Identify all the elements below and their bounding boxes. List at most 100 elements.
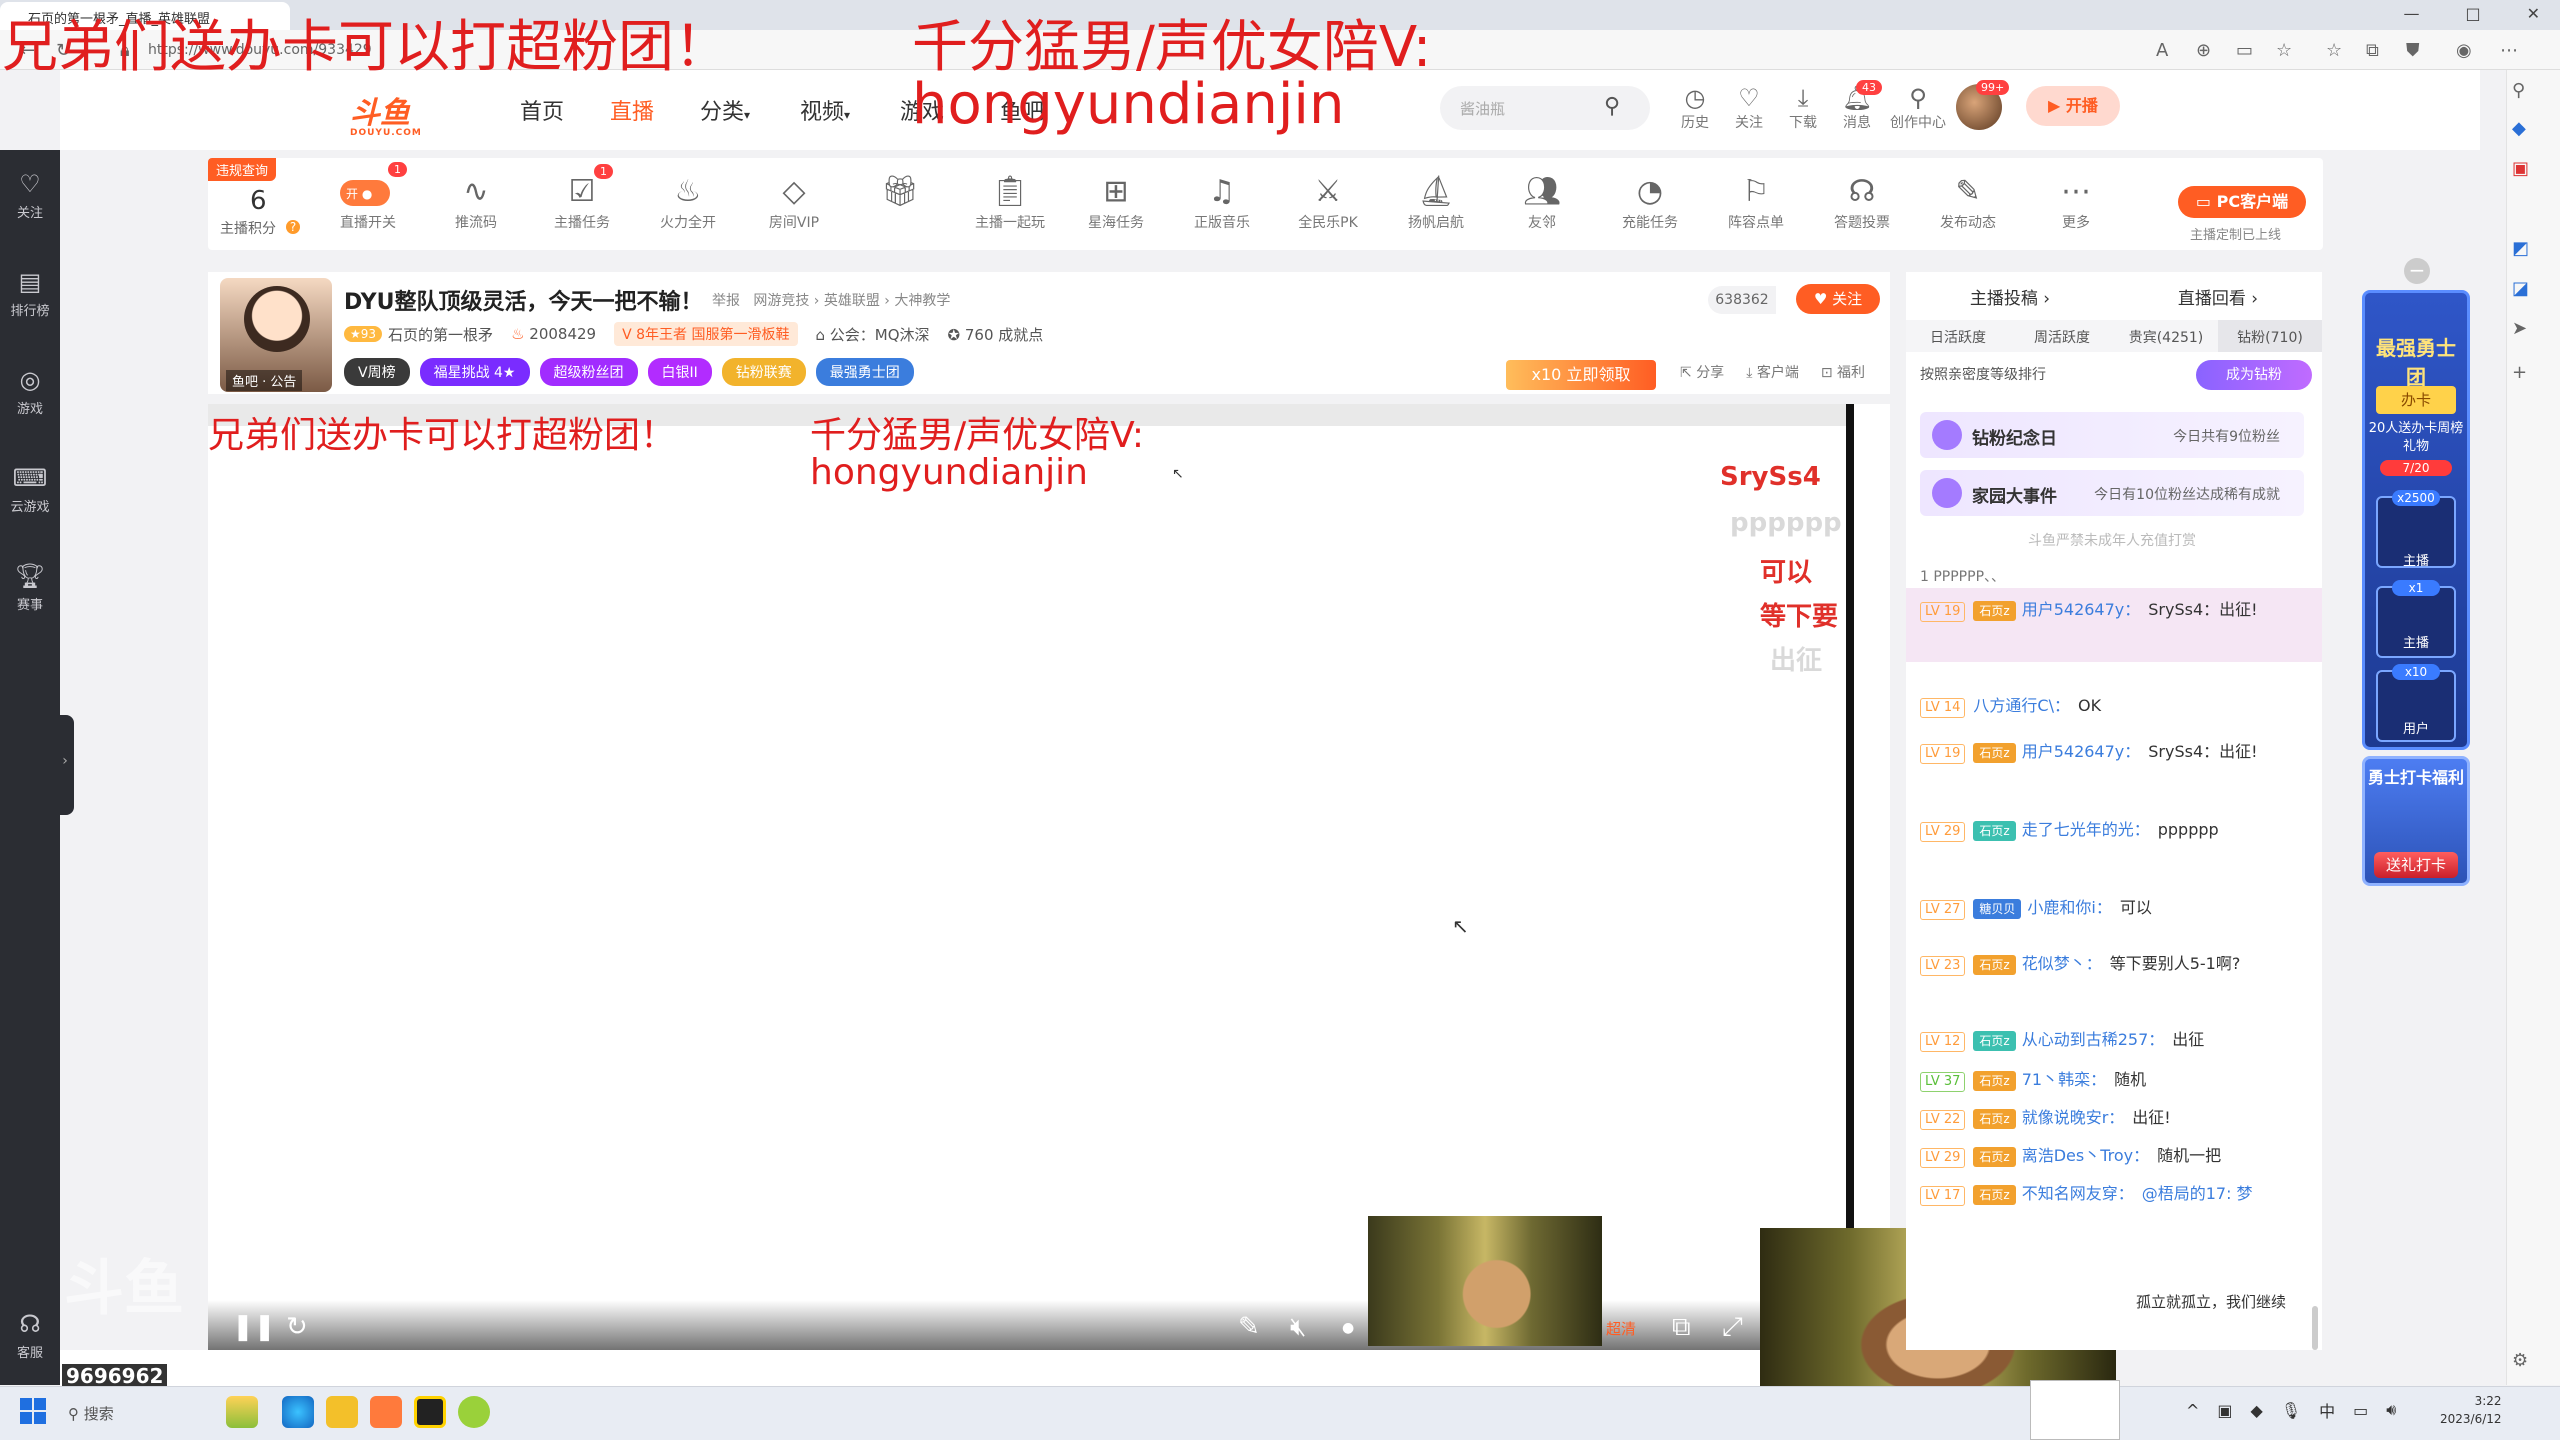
chat-message[interactable]: LV 17 石页z 不知名网友穿： @梧局的17: 梦 [1920,1180,2310,1214]
start-live-button[interactable]: ▶ 开播 [2026,86,2120,126]
rail-events[interactable]: 🏆︎ 赛事 [0,562,60,613]
taskbar-app-3[interactable] [370,1396,402,1428]
fishbar-link[interactable]: 鱼吧 [232,375,258,390]
chat-message[interactable]: LV 22 石页z 就像说晚安r： 出征! [1920,1104,2310,1132]
chat-message[interactable]: LV 27 糖贝贝 小鹿和你i： 可以 [1920,894,2310,922]
zoom-icon[interactable]: ⊕ [2196,40,2211,61]
replay-tab[interactable]: 直播回看 › [2114,272,2322,320]
quality-button[interactable]: 超清 [1606,1318,1636,1339]
checkin-button[interactable]: 送礼打卡 [2374,852,2458,878]
fan-anniversary-banner[interactable]: 钻粉纪念日 今日共有9位粉丝 [1920,412,2304,458]
close-button[interactable]: ✕ [2527,4,2540,23]
volume-icon[interactable]: 🔊︎ [2386,1400,2396,1420]
creator-center-button[interactable]: ⚲ 创作中心 [1890,84,1946,132]
nav-category[interactable]: 分类▾ [700,94,750,126]
help-icon[interactable]: ? [286,220,300,234]
fullscreen-icon[interactable]: ⤢ [1722,1312,1743,1343]
minimize-button[interactable]: — [2403,4,2419,23]
telegram-icon[interactable]: ➤ [2512,318,2527,339]
extension-icon[interactable]: ⛊ [2406,40,2420,61]
search-icon[interactable]: ⚲ [1604,94,1620,119]
taskbar-app-widget[interactable] [226,1396,258,1428]
ime-indicator[interactable]: 中 [2319,1398,2335,1422]
chat-message[interactable]: LV 12 石页z 从心动到古稀257： 出征 [1920,1026,2310,1054]
tool-sail[interactable]: ⛵︎ 扬帆启航 [1386,172,1486,232]
chat-message[interactable]: LV 37 石页z 71丶韩栾： 随机 [1920,1066,2310,1094]
home-event-banner[interactable]: 家园大事件 今日有10位粉丝达成稀有成就 [1920,470,2304,516]
follow-header-button[interactable]: ♡ 关注 [1724,84,1774,132]
tool-vote[interactable]: ☊ 答题投票 [1812,172,1912,232]
rail-follow[interactable]: ♡ 关注 [0,170,60,221]
taskbar-search[interactable]: ⚲ 搜索 [62,1396,212,1430]
tray-app-icon[interactable]: ◆ [2251,1401,2263,1420]
windows-start-icon[interactable] [20,1398,46,1424]
volume-slider[interactable]: ● [1342,1320,1354,1336]
switch-icon[interactable]: 开 ● [340,180,390,206]
menu-dots-icon[interactable]: ⋯ [2500,40,2518,61]
pill-lucky-challenge[interactable]: 福星挑战 4★ [419,358,530,386]
tab-vip[interactable]: 贵宾(4251) [2114,320,2218,352]
tool-stream-key[interactable]: ∿ 推流码 [426,172,526,232]
reader-icon[interactable]: ▭ [2236,40,2253,61]
collections-icon[interactable]: ⧉ [2366,40,2379,61]
chat-message[interactable]: LV 19 石页z 用户542647y： SrySs4：出征! [1920,596,2310,624]
chat-message[interactable]: 孤立就孤立，我们继续 [2136,1288,2316,1316]
tool-lineup[interactable]: ⚐ 阵容点单 [1706,172,1806,232]
report-link[interactable]: 举报 [712,293,740,309]
tool-charge-task[interactable]: ◔ 充能任务 [1600,172,1700,232]
tool-neighbors[interactable]: 👥︎ 友邻 [1492,172,1592,232]
rail-collapse-tab[interactable]: › [56,715,74,815]
nav-live[interactable]: 直播 [610,94,654,126]
video-player[interactable] [208,404,1890,1350]
mic-icon[interactable]: 🎙︎ [2281,1401,2301,1420]
profile-icon[interactable]: ◉ [2456,40,2472,61]
taskbar-app-5[interactable] [458,1396,490,1428]
pill-weekly-rank[interactable]: V周榜 [344,358,410,386]
chat-message[interactable]: LV 29 石页z 走了七光年的光： pppppp [1920,816,2310,844]
mute-icon[interactable]: 🔇︎ [1290,1312,1306,1343]
pill-silver[interactable]: 白银II [647,358,712,386]
nav-video[interactable]: 视频▾ [800,94,850,126]
become-fan-button[interactable]: 成为钻粉 [2196,360,2312,390]
download-button[interactable]: ⤓ 下载 [1778,84,1828,132]
tool-pk[interactable]: ⚔ 全民乐PK [1278,172,1378,232]
tools-icon[interactable]: ▣ [2512,158,2529,179]
favorite-star-icon[interactable]: ☆ [2276,40,2292,61]
achievement-points[interactable]: ✪ 760 成就点 [948,324,1044,345]
chat-message[interactable]: LV 14 八方通行C\： OK [1920,692,2310,720]
taskbar-clock[interactable]: 3:22 2023/6/12 [2440,1392,2502,1428]
pause-icon[interactable]: ❚❚ [232,1312,276,1342]
pip-icon[interactable]: ⧉ [1672,1312,1691,1343]
nav-home[interactable]: 首页 [520,94,564,126]
taskbar-app-2[interactable] [326,1396,358,1428]
chat-message[interactable]: LV 29 石页z 离浩Des丶Troy： 随机一把 [1920,1142,2310,1170]
chat-message[interactable]: LV 23 石页z 花似梦丶： 等下要别人5-1啊? [1920,950,2310,978]
chat-scrollbar[interactable] [2312,1306,2318,1350]
gift-promo-button[interactable]: x10 立即领取 [1506,360,1656,390]
read-aloud-icon[interactable]: A [2156,40,2168,61]
guild-info[interactable]: ⌂ 公会：MQ沐深 [816,324,930,345]
follow-button[interactable]: ♥ 关注 [1796,284,1880,314]
rail-cloud-game[interactable]: ⌨ 云游戏 [0,464,60,515]
taskbar-app-4[interactable] [414,1396,446,1428]
rail-ranking[interactable]: ▤ 排行榜 [0,268,60,319]
pill-warrior-team[interactable]: 最强勇士团 [815,358,914,386]
rail-game[interactable]: ◎ 游戏 [0,366,60,417]
tool-gift[interactable]: 🎁︎ [850,172,950,212]
douyu-logo[interactable]: 斗鱼 DOUYU.COM [350,88,422,138]
edge-browser-icon[interactable] [282,1396,314,1428]
tab-weekly-activity[interactable]: 周活跃度 [2010,320,2114,352]
office-icon[interactable]: ◪ [2512,278,2529,299]
client-button[interactable]: ⤓ 客户端 [1746,362,1799,382]
share-button[interactable]: ⇱ 分享 [1680,362,1724,382]
settings-icon[interactable]: ⚙ [2512,1350,2528,1371]
pill-diamond-league[interactable]: 钻粉联赛 [721,358,806,386]
tool-post[interactable]: ✎ 发布动态 [1918,172,2018,232]
tool-room-vip[interactable]: ◇ 房间VIP [744,172,844,232]
notice-link[interactable]: 公告 [270,375,296,390]
history-button[interactable]: ◷ 历史 [1670,84,1720,132]
tab-diamond-fans[interactable]: 钻粉(710) [2218,320,2322,352]
network-icon[interactable]: ▭ [2353,1401,2368,1420]
streamer-post-tab[interactable]: 主播投稿 › [1906,272,2114,320]
outlook-icon[interactable]: ◩ [2512,238,2529,259]
